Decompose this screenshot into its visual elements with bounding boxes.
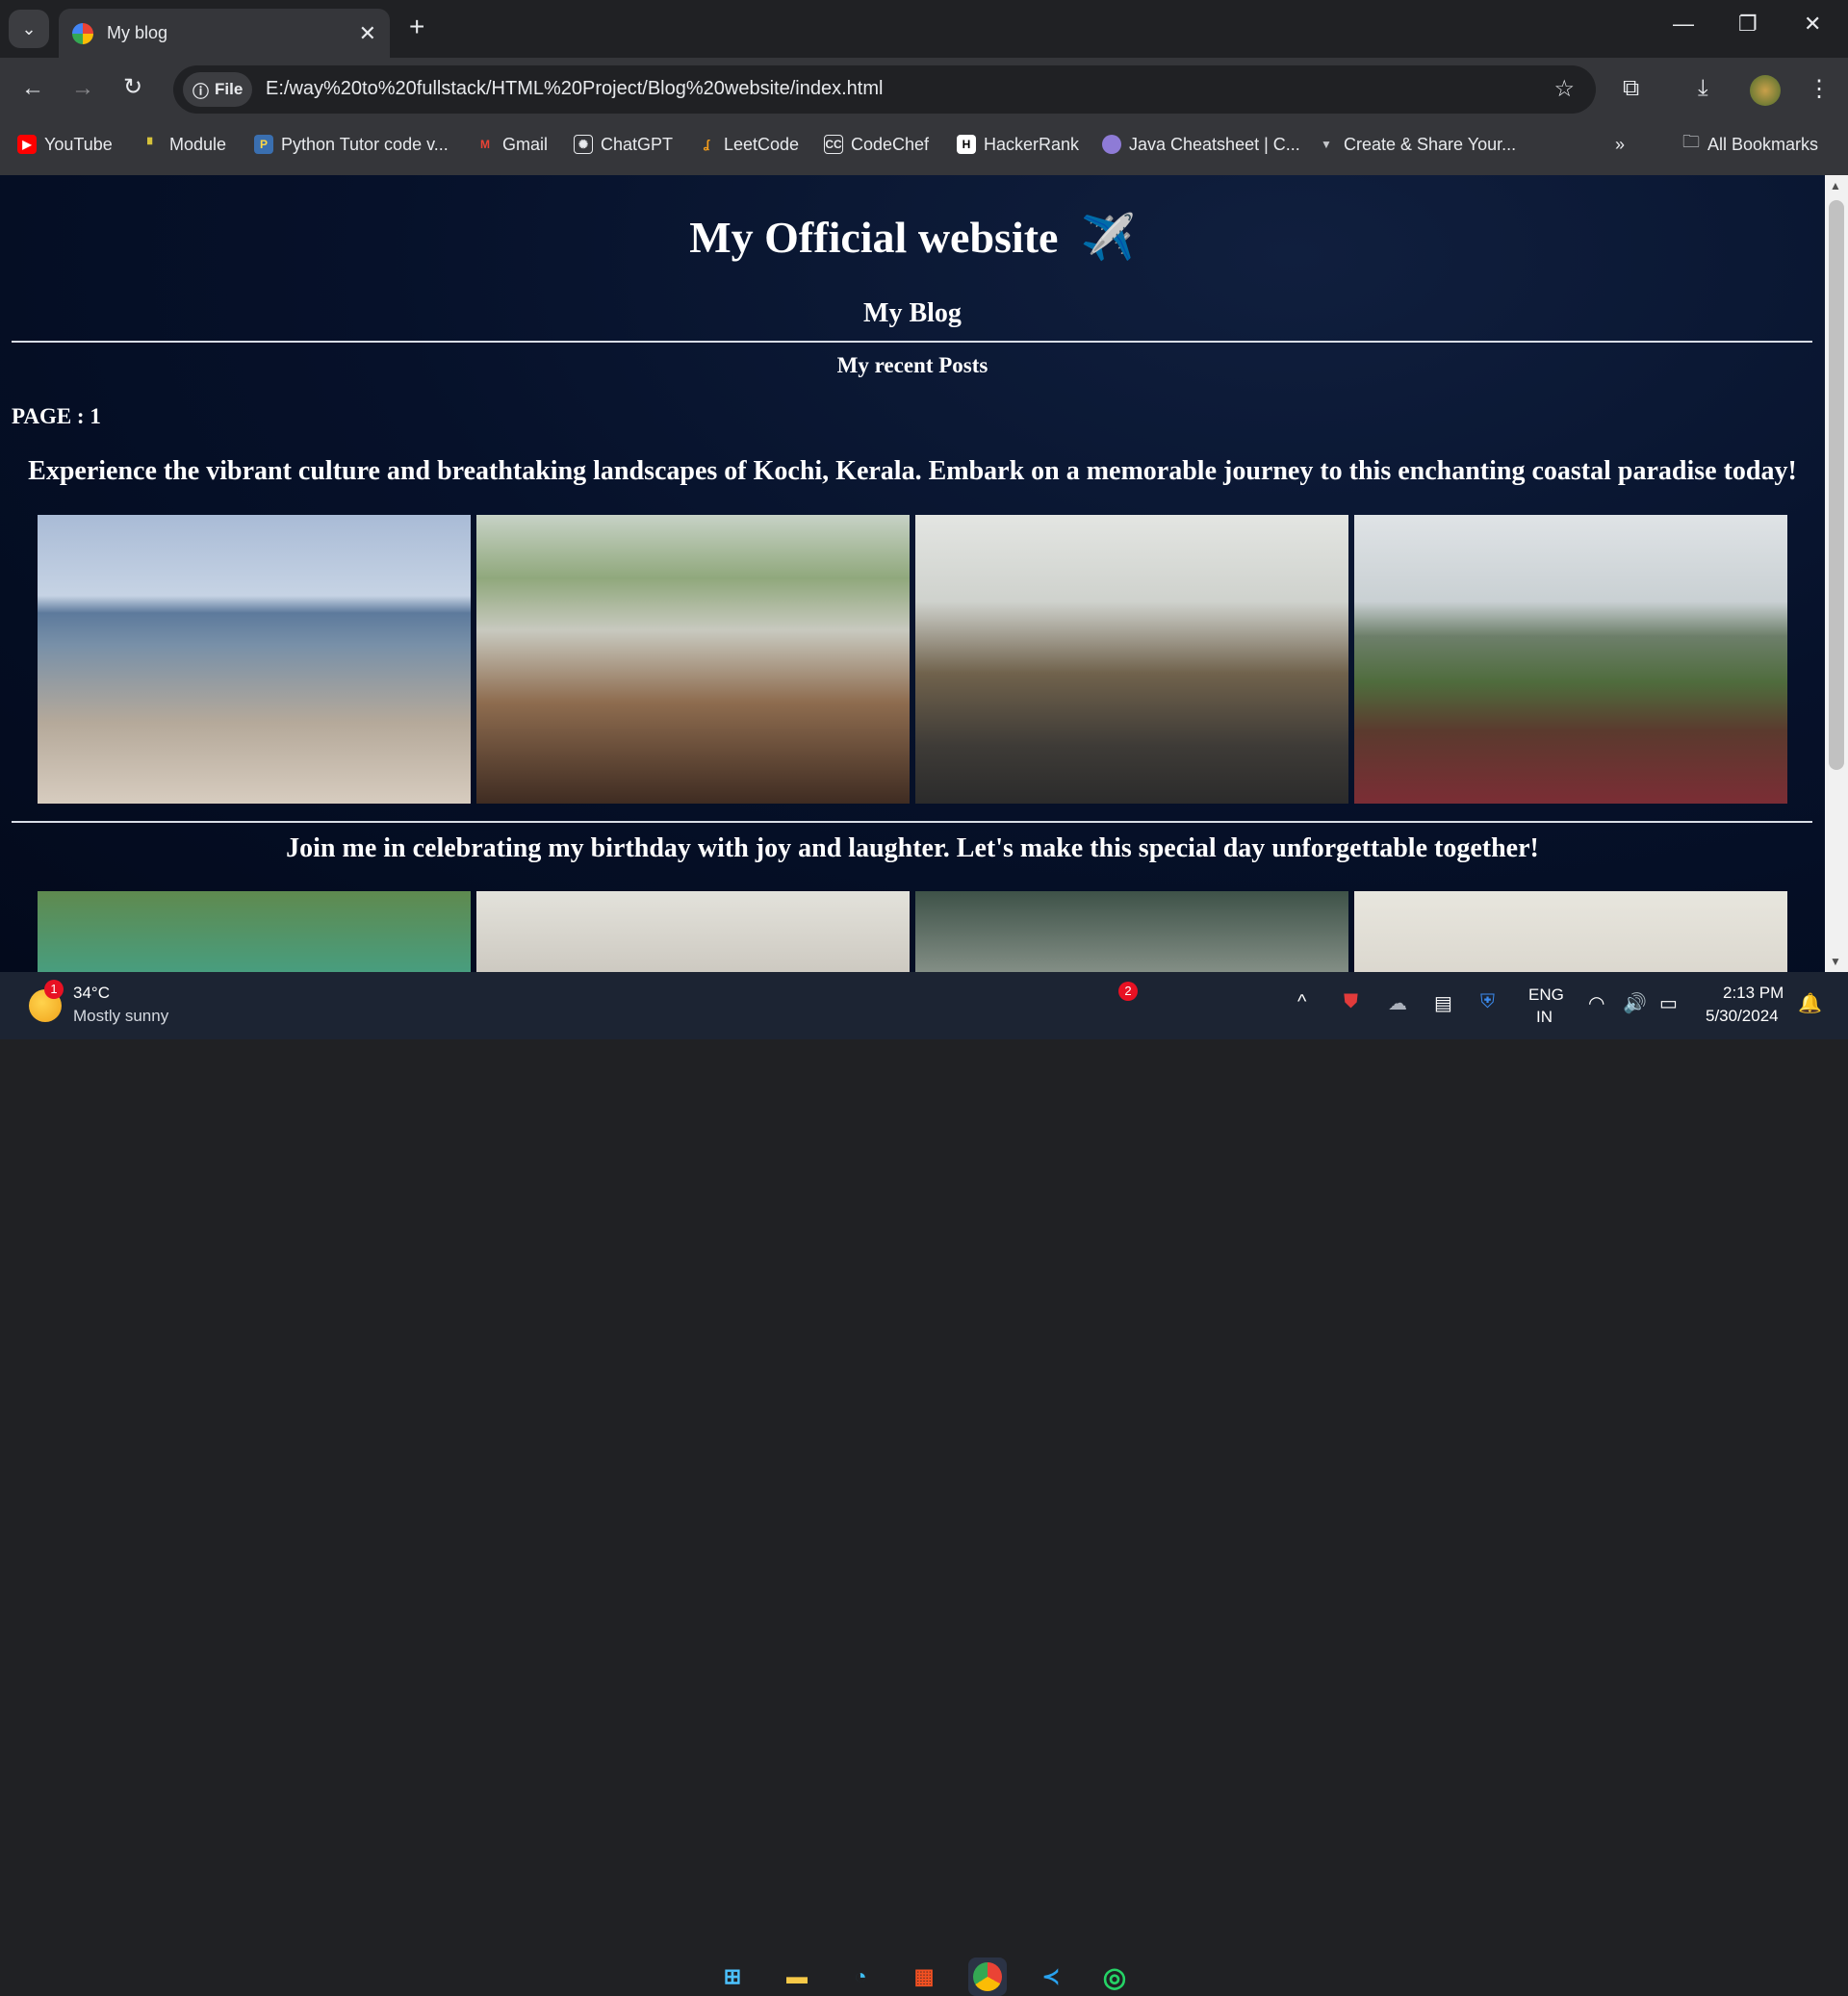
python-icon: P <box>254 135 273 154</box>
ms-store-icon[interactable]: ▦ <box>905 1958 943 1996</box>
minimize-icon[interactable]: — <box>1673 12 1694 37</box>
forward-icon[interactable]: → <box>71 75 94 102</box>
restore-icon[interactable]: ❐ <box>1738 12 1758 37</box>
page-viewport: My Official website ✈️ My Blog My recent… <box>0 175 1848 972</box>
post-photo-classroom-group <box>915 515 1348 804</box>
back-icon[interactable]: ← <box>21 75 44 102</box>
start-windows-icon[interactable]: ⊞ <box>713 1958 752 1996</box>
file-chip-label: File <box>215 80 244 98</box>
file-explorer-icon[interactable]: ▬ <box>778 1958 816 1996</box>
tab-strip: ⌄ My blog ✕ + — ❐ ✕ <box>0 0 1848 58</box>
bookmark-chatgpt[interactable]: ✺ ChatGPT <box>574 127 673 162</box>
info-icon: ⓘ <box>192 82 209 101</box>
weather-temp[interactable]: 34°C <box>73 984 110 1003</box>
browser-chrome: ⌄ My blog ✕ + — ❐ ✕ ← → ↻ ⓘ File E:/way%… <box>0 0 1848 175</box>
profile-avatar[interactable] <box>1750 75 1781 106</box>
post-photo-hill-view <box>1354 515 1787 804</box>
weather-desc[interactable]: Mostly sunny <box>73 1007 168 1026</box>
post-photo-hall-group <box>1354 891 1787 972</box>
onedrive-icon[interactable]: ☁ <box>1388 991 1407 1015</box>
divider <box>12 821 1812 823</box>
antivirus-icon[interactable]: ⛊ <box>1344 991 1358 1013</box>
bookmark-leetcode[interactable]: ʆ LeetCode <box>697 127 799 162</box>
airplane-icon: ✈️ <box>1080 213 1136 262</box>
post-photo-room-group <box>476 891 910 972</box>
tab-search-button[interactable]: ⌄ <box>9 10 49 48</box>
post-photo-classroom <box>915 891 1348 972</box>
all-bookmarks-button[interactable]: 🗀 All Bookmarks <box>1682 127 1818 162</box>
vscode-icon[interactable]: ≺ <box>1032 1958 1070 1996</box>
post-photo-garden-group <box>38 891 471 972</box>
page-title: My Official website ✈️ <box>689 213 1136 262</box>
page-number-label: PAGE : 1 <box>12 404 101 428</box>
battery-icon[interactable]: ▭ <box>1659 991 1678 1015</box>
tab-title: My blog <box>107 23 168 42</box>
bookmark-hackerrank[interactable]: H HackerRank <box>957 127 1079 162</box>
folder-icon: 🗀 <box>1682 132 1700 151</box>
bookmark-codechef[interactable]: CC CodeChef <box>824 127 929 162</box>
bookmark-create-share[interactable]: ▼ Create & Share Your... <box>1317 127 1516 162</box>
address-bar[interactable]: ⓘ File E:/way%20to%20fullstack/HTML%20Pr… <box>173 65 1596 114</box>
whatsapp-badge: 2 <box>1118 982 1138 1001</box>
post-caption-kochi: Experience the vibrant culture and breat… <box>28 456 1797 486</box>
tab-my-blog[interactable]: My blog ✕ <box>59 9 390 58</box>
java-cheatsheet-icon <box>1102 135 1121 154</box>
scroll-down-icon[interactable]: ▼ <box>1830 955 1841 968</box>
menu-kebab-icon[interactable]: ⋮ <box>1808 75 1831 103</box>
youtube-icon: ▶ <box>17 135 37 154</box>
tray-chevron-up-icon[interactable]: ^ <box>1297 991 1306 1013</box>
new-tab-button[interactable]: + <box>409 12 424 42</box>
post-photo-selfie-lake <box>476 515 910 804</box>
leetcode-icon: ʆ <box>703 138 710 151</box>
recent-posts-heading: My recent Posts <box>836 353 988 377</box>
scrollbar-thumb[interactable] <box>1829 200 1844 770</box>
notification-bell-icon[interactable]: 🔔 <box>1798 991 1822 1015</box>
blog-heading: My Blog <box>863 298 962 328</box>
url-text[interactable]: E:/way%20to%20fullstack/HTML%20Project/B… <box>266 78 883 100</box>
bookmarks-bar: ▶ YouTube ▘ Module P Python Tutor code v...… <box>0 127 1848 162</box>
weather-badge: 1 <box>44 980 64 999</box>
volume-icon[interactable]: 🔊 <box>1623 991 1647 1015</box>
scroll-up-icon[interactable]: ▲ <box>1830 179 1841 192</box>
bookmarks-overflow-button[interactable]: » <box>1615 127 1625 162</box>
download-icon[interactable]: ⤓ <box>1698 75 1708 102</box>
whatsapp-icon[interactable]: ◎ <box>1095 1958 1134 1996</box>
create-share-icon: ▼ <box>1321 138 1332 151</box>
extensions-icon[interactable]: ⧉ <box>1623 75 1639 102</box>
divider <box>12 341 1812 343</box>
codechef-icon: CC <box>824 135 843 154</box>
chatgpt-icon: ✺ <box>574 135 593 154</box>
blog-page: My Official website ✈️ My Blog My recent… <box>0 175 1825 972</box>
bookmark-module[interactable]: ▘ Module <box>142 127 226 162</box>
bookmark-gmail[interactable]: M Gmail <box>475 127 548 162</box>
wifi-icon[interactable]: ◠ <box>1588 991 1604 1015</box>
chevron-down-icon: ⌄ <box>21 18 37 38</box>
reload-icon[interactable]: ↻ <box>123 73 142 101</box>
site-info-button[interactable]: ⓘ File <box>183 72 252 107</box>
bookmark-youtube[interactable]: ▶ YouTube <box>17 127 113 162</box>
post-caption-birthday: Join me in celebrating my birthday with … <box>286 833 1539 863</box>
tab-favicon-icon <box>72 22 93 44</box>
close-window-icon[interactable]: ✕ <box>1804 12 1821 37</box>
language-region[interactable]: IN <box>1536 1008 1553 1027</box>
edge-icon[interactable]: ◔ <box>841 1958 880 1996</box>
clock-time[interactable]: 2:13 PM <box>1723 984 1784 1003</box>
hackerrank-icon: H <box>957 135 976 154</box>
clock-date[interactable]: 5/30/2024 <box>1706 1007 1779 1026</box>
security-shield-icon[interactable]: ⛨ <box>1480 991 1495 1013</box>
chat-icon[interactable]: ▤ <box>1434 991 1452 1015</box>
bookmark-python-tutor[interactable]: P Python Tutor code v... <box>254 127 449 162</box>
bookmark-java-cheatsheet[interactable]: Java Cheatsheet | C... <box>1102 127 1300 162</box>
post-photo-beach-group <box>38 515 471 804</box>
bookmark-star-icon[interactable]: ☆ <box>1553 75 1575 103</box>
vertical-scrollbar[interactable]: ▲ ▼ <box>1825 175 1848 972</box>
gmail-icon: M <box>480 138 490 151</box>
language-code[interactable]: ENG <box>1528 985 1564 1005</box>
chrome-icon[interactable] <box>968 1958 1007 1996</box>
windows-taskbar: 1 34°C Mostly sunny ⊞ ▬ ◔ ▦ ≺ ◎ 2 ^ ⛊ ☁ … <box>0 972 1848 1996</box>
module-icon: ▘ <box>147 138 157 151</box>
close-tab-icon[interactable]: ✕ <box>359 21 376 46</box>
